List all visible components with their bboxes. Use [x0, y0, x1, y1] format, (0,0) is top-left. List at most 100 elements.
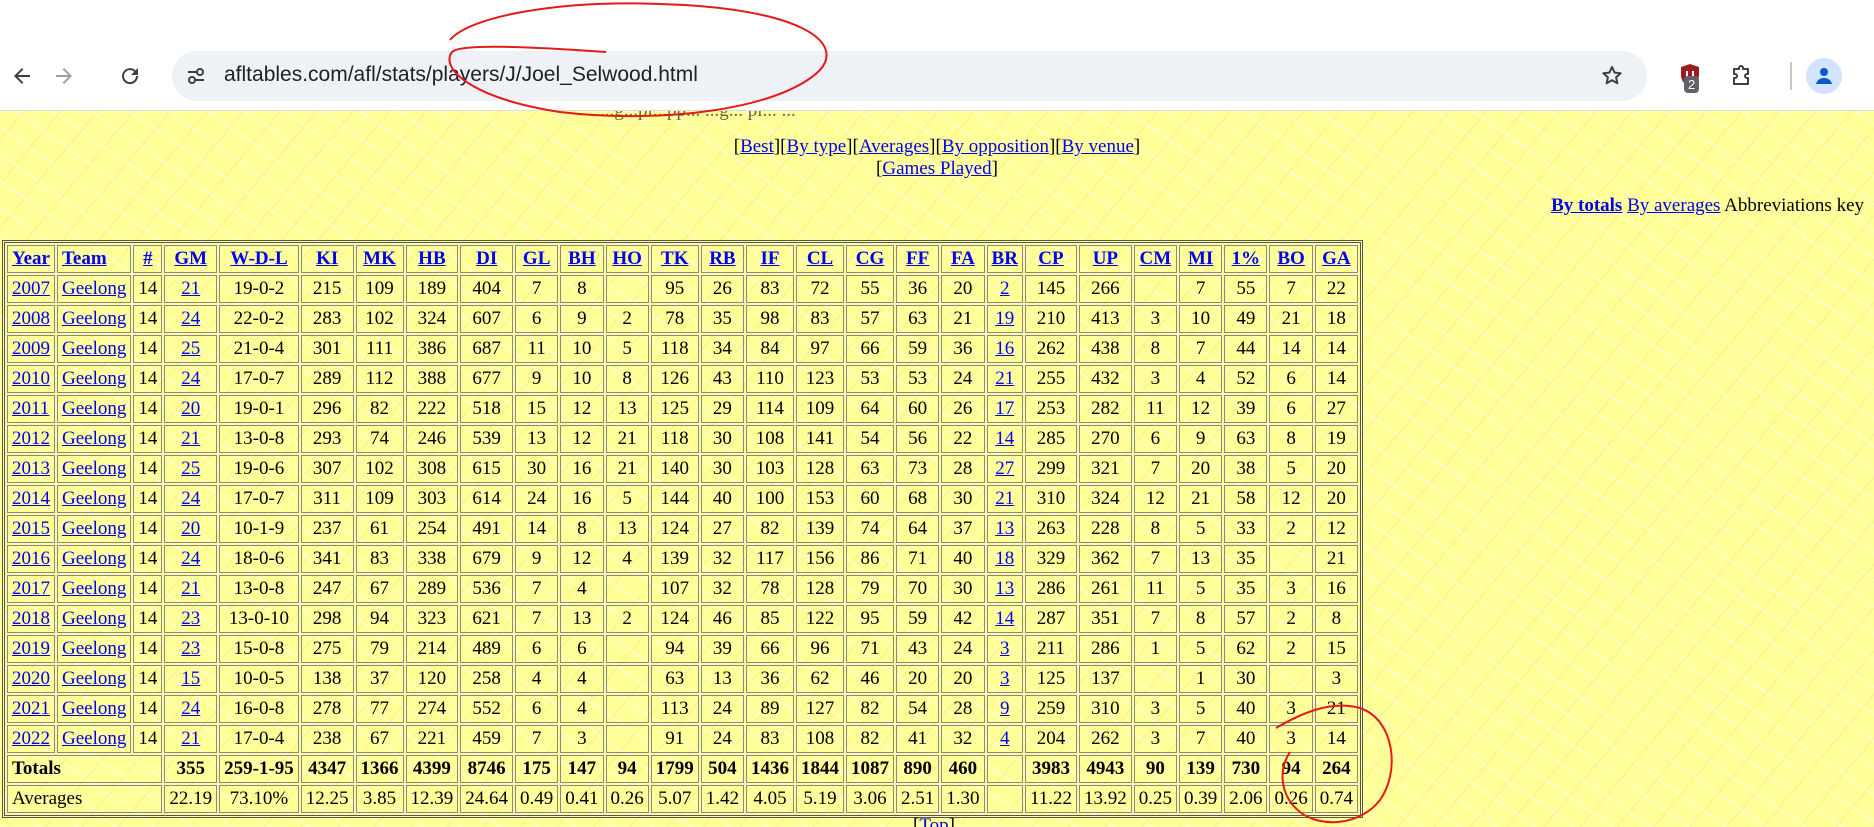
link-by-venue[interactable]: By venue — [1062, 136, 1134, 157]
column-header[interactable]: IF — [746, 245, 795, 273]
forward-button[interactable] — [46, 58, 82, 94]
games-link[interactable]: 24 — [181, 308, 200, 329]
link-by-type[interactable]: By type — [787, 136, 847, 157]
games-link[interactable]: 23 — [181, 608, 200, 629]
column-header[interactable]: BO — [1269, 245, 1313, 273]
brownlow-link[interactable]: 18 — [995, 548, 1014, 569]
team-link[interactable]: Geelong — [62, 608, 126, 629]
team-link[interactable]: Geelong — [62, 428, 126, 449]
column-header[interactable]: MK — [355, 245, 404, 273]
column-header[interactable]: HO — [605, 245, 649, 273]
column-header[interactable]: BH — [560, 245, 604, 273]
link-best[interactable]: Best — [740, 136, 774, 157]
column-header[interactable]: Year — [7, 245, 55, 273]
column-header[interactable]: GM — [164, 245, 218, 273]
team-link[interactable]: Geelong — [62, 548, 126, 569]
team-link[interactable]: Geelong — [62, 488, 126, 509]
column-header[interactable]: GA — [1314, 245, 1358, 273]
year-link[interactable]: 2016 — [12, 548, 50, 569]
abbreviations-key[interactable]: Abbreviations key — [1724, 195, 1864, 216]
team-link[interactable]: Geelong — [62, 668, 126, 689]
year-link[interactable]: 2017 — [12, 578, 50, 599]
reload-button[interactable] — [112, 58, 148, 94]
column-header[interactable]: FF — [896, 245, 940, 273]
url-text[interactable]: afltables.com/afl/stats/players/J/Joel_S… — [224, 63, 698, 87]
brownlow-link[interactable]: 14 — [995, 608, 1014, 629]
year-link[interactable]: 2014 — [12, 488, 50, 509]
column-header[interactable]: RB — [700, 245, 745, 273]
brownlow-link[interactable]: 16 — [995, 338, 1014, 359]
link-averages[interactable]: Averages — [859, 136, 929, 157]
games-link[interactable]: 24 — [181, 368, 200, 389]
year-link[interactable]: 2021 — [12, 698, 50, 719]
column-header[interactable]: CP — [1024, 245, 1077, 273]
games-link[interactable]: 21 — [181, 578, 200, 599]
brownlow-link[interactable]: 13 — [995, 578, 1014, 599]
team-link[interactable]: Geelong — [62, 518, 126, 539]
team-link[interactable]: Geelong — [62, 398, 126, 419]
games-link[interactable]: 24 — [181, 698, 200, 719]
column-header[interactable]: CL — [796, 245, 845, 273]
brownlow-link[interactable]: 2 — [1000, 278, 1010, 299]
brownlow-link[interactable]: 4 — [1000, 728, 1010, 749]
team-link[interactable]: Geelong — [62, 368, 126, 389]
year-link[interactable]: 2019 — [12, 638, 50, 659]
team-link[interactable]: Geelong — [62, 728, 126, 749]
team-link[interactable]: Geelong — [62, 308, 126, 329]
year-link[interactable]: 2013 — [12, 458, 50, 479]
games-link[interactable]: 21 — [181, 278, 200, 299]
year-link[interactable]: 2018 — [12, 608, 50, 629]
column-header[interactable]: MI — [1178, 245, 1223, 273]
profile-button[interactable] — [1806, 58, 1842, 94]
brownlow-link[interactable]: 13 — [995, 518, 1014, 539]
team-link[interactable]: Geelong — [62, 338, 126, 359]
year-link[interactable]: 2008 — [12, 308, 50, 329]
column-header[interactable]: KI — [300, 245, 354, 273]
brownlow-link[interactable]: 3 — [1000, 668, 1010, 689]
games-link[interactable]: 25 — [181, 338, 200, 359]
extensions-button[interactable] — [1724, 58, 1760, 94]
column-header[interactable]: FA — [941, 245, 985, 273]
brownlow-link[interactable]: 27 — [995, 458, 1014, 479]
brownlow-link[interactable]: 3 — [1000, 638, 1010, 659]
team-link[interactable]: Geelong — [62, 278, 126, 299]
brownlow-link[interactable]: 21 — [995, 368, 1014, 389]
brownlow-link[interactable]: 9 — [1000, 698, 1010, 719]
games-link[interactable]: 25 — [181, 458, 200, 479]
column-header[interactable]: UP — [1078, 245, 1132, 273]
column-header[interactable]: Team — [57, 245, 132, 273]
games-link[interactable]: 20 — [181, 398, 200, 419]
column-header[interactable]: # — [133, 245, 163, 273]
games-link[interactable]: 20 — [181, 518, 200, 539]
games-link[interactable]: 21 — [181, 728, 200, 749]
column-header[interactable]: GL — [515, 245, 559, 273]
bookmark-button[interactable] — [1596, 60, 1628, 92]
column-header[interactable]: HB — [405, 245, 459, 273]
year-link[interactable]: 2020 — [12, 668, 50, 689]
year-link[interactable]: 2009 — [12, 338, 50, 359]
brownlow-link[interactable]: 14 — [995, 428, 1014, 449]
link-by-totals[interactable]: By totals — [1551, 195, 1622, 216]
year-link[interactable]: 2007 — [12, 278, 50, 299]
year-link[interactable]: 2022 — [12, 728, 50, 749]
link-top[interactable]: Top — [919, 815, 948, 827]
column-header[interactable]: CG — [846, 245, 895, 273]
link-by-opposition[interactable]: By opposition — [942, 136, 1049, 157]
year-link[interactable]: 2012 — [12, 428, 50, 449]
games-link[interactable]: 21 — [181, 428, 200, 449]
games-link[interactable]: 24 — [181, 548, 200, 569]
games-link[interactable]: 24 — [181, 488, 200, 509]
column-header[interactable]: BR — [986, 245, 1023, 273]
team-link[interactable]: Geelong — [62, 578, 126, 599]
brownlow-link[interactable]: 21 — [995, 488, 1014, 509]
brownlow-link[interactable]: 17 — [995, 398, 1014, 419]
column-header[interactable]: CM — [1133, 245, 1177, 273]
games-link[interactable]: 23 — [181, 638, 200, 659]
link-by-averages[interactable]: By averages — [1627, 195, 1720, 216]
team-link[interactable]: Geelong — [62, 638, 126, 659]
column-header[interactable]: TK — [650, 245, 699, 273]
column-header[interactable]: 1% — [1224, 245, 1268, 273]
column-header[interactable]: W-D-L — [219, 245, 299, 273]
team-link[interactable]: Geelong — [62, 698, 126, 719]
brownlow-link[interactable]: 19 — [995, 308, 1014, 329]
